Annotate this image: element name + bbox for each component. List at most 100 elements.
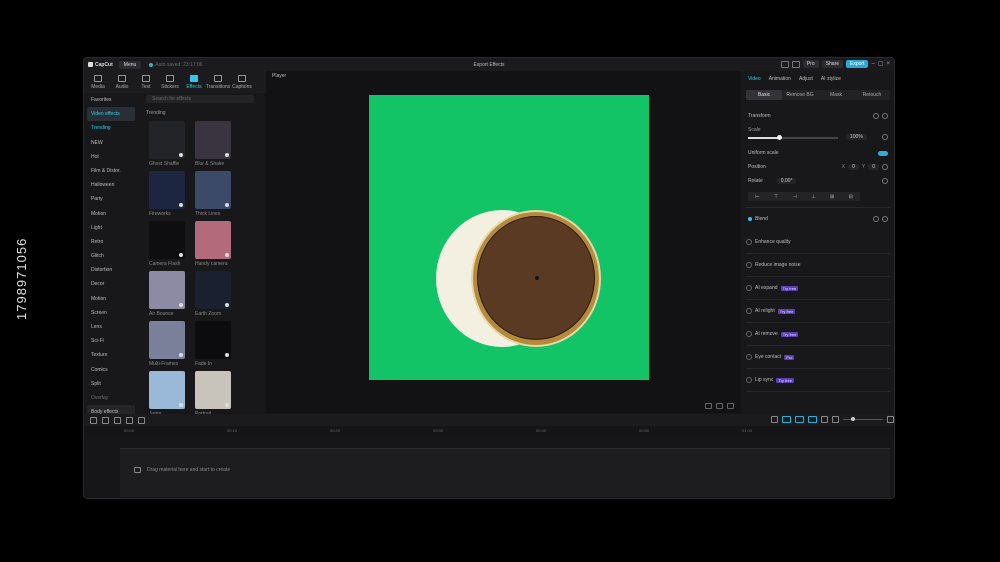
menu-button[interactable]: Menu	[118, 60, 142, 69]
video-preview[interactable]	[369, 95, 649, 380]
feature-checkbox[interactable]	[746, 239, 752, 245]
category-item[interactable]: Video effects	[87, 107, 135, 122]
position-y-input[interactable]: 0	[868, 164, 879, 170]
feature-row[interactable]: Lip sync Try free	[746, 377, 888, 383]
effect-thumbnail[interactable]	[149, 271, 185, 309]
effect-thumbnail[interactable]	[149, 171, 185, 209]
subtab-remove-bg[interactable]: Remove BG	[782, 90, 818, 100]
download-icon[interactable]	[225, 253, 229, 257]
fullscreen-icon[interactable]	[727, 403, 734, 409]
tab-animation[interactable]: Animation	[769, 76, 791, 82]
feature-checkbox[interactable]	[746, 354, 752, 360]
zoom-out-icon[interactable]	[832, 416, 839, 423]
feature-checkbox[interactable]	[746, 331, 752, 337]
timeline-track[interactable]: Drag material here and start to create	[120, 448, 890, 497]
effect-thumbnail[interactable]	[195, 171, 231, 209]
download-icon[interactable]	[179, 303, 183, 307]
tab-ai-stylize[interactable]: AI stylize	[821, 76, 841, 82]
download-icon[interactable]	[225, 353, 229, 357]
category-item[interactable]: Favorites	[84, 93, 139, 107]
effect-thumbnail[interactable]	[149, 371, 185, 409]
redo-icon[interactable]	[114, 416, 121, 424]
align-top-icon[interactable]: ⊥	[811, 194, 815, 200]
zoom-handle[interactable]	[851, 417, 855, 421]
category-item[interactable]: NEW	[84, 136, 139, 150]
link-icon[interactable]	[782, 416, 791, 423]
tool-effects[interactable]: Effects	[183, 75, 205, 93]
select-icon[interactable]	[90, 416, 97, 424]
ratio-icon[interactable]	[716, 403, 723, 409]
blend-checkbox[interactable]	[748, 217, 752, 221]
download-icon[interactable]	[179, 353, 183, 357]
feature-row[interactable]: AI expand Try free	[746, 285, 888, 291]
delete-icon[interactable]	[138, 416, 145, 424]
reset-icon[interactable]	[873, 113, 879, 119]
category-item[interactable]: Distortion	[84, 263, 139, 277]
download-icon[interactable]	[225, 303, 229, 307]
download-icon[interactable]	[225, 153, 229, 157]
category-item[interactable]: Trending	[84, 121, 139, 135]
category-item[interactable]: Motion	[84, 207, 139, 221]
download-icon[interactable]	[225, 403, 229, 407]
category-item[interactable]: Overlay	[84, 391, 139, 405]
mic-icon[interactable]	[771, 416, 778, 423]
keyframe-icon[interactable]	[882, 178, 888, 184]
effect-thumbnail[interactable]	[149, 221, 185, 259]
category-item[interactable]: Motion	[84, 292, 139, 306]
category-item[interactable]: Light	[84, 221, 139, 235]
category-item[interactable]: Retro	[84, 235, 139, 249]
close-icon[interactable]: ×	[886, 61, 890, 67]
tool-stickers[interactable]: Stickers	[159, 75, 181, 93]
download-icon[interactable]	[179, 253, 183, 257]
download-icon[interactable]	[179, 403, 183, 407]
tool-transitions[interactable]: Transitions	[206, 75, 230, 93]
monitor-icon[interactable]	[780, 60, 789, 68]
align-middle-icon[interactable]: ⊞	[830, 194, 834, 200]
align-bottom-icon[interactable]: ⊟	[849, 194, 853, 200]
tool-audio[interactable]: Audio	[111, 75, 133, 93]
effect-thumbnail[interactable]	[195, 121, 231, 159]
align-center-h-icon[interactable]: ⊤	[774, 194, 778, 200]
category-item[interactable]: Split	[84, 377, 139, 391]
effect-thumbnail[interactable]	[195, 221, 231, 259]
uniform-scale-toggle[interactable]	[878, 150, 888, 156]
keyframe-icon[interactable]	[882, 134, 888, 140]
subtab-mask[interactable]: Mask	[818, 90, 854, 100]
crop-icon[interactable]	[705, 403, 712, 409]
tab-video[interactable]: Video	[748, 76, 761, 82]
tool-captions[interactable]: Captions	[231, 75, 253, 93]
minimize-icon[interactable]: –	[871, 61, 874, 67]
category-item[interactable]: Texture	[84, 348, 139, 362]
zoom-slider[interactable]	[843, 417, 883, 421]
keyframe-icon[interactable]	[882, 216, 888, 222]
download-icon[interactable]	[179, 203, 183, 207]
reset-icon[interactable]	[873, 216, 879, 222]
tab-adjust[interactable]: Adjust	[799, 76, 813, 82]
split-icon[interactable]	[126, 416, 133, 424]
zoom-in-icon[interactable]	[887, 416, 894, 423]
effect-thumbnail[interactable]	[195, 321, 231, 359]
category-item[interactable]: Sci-Fi	[84, 334, 139, 348]
feature-row[interactable]: Eye contact Pro	[746, 354, 888, 360]
feature-checkbox[interactable]	[746, 285, 752, 291]
position-x-input[interactable]: 0	[848, 164, 859, 170]
category-item[interactable]: Halloween	[84, 178, 139, 192]
effect-thumbnail[interactable]	[149, 121, 185, 159]
download-icon[interactable]	[179, 153, 183, 157]
category-item[interactable]: Glitch	[84, 249, 139, 263]
scale-slider-handle[interactable]	[776, 135, 782, 140]
effect-thumbnail[interactable]	[149, 321, 185, 359]
tool-text[interactable]: Text	[135, 75, 157, 93]
search-input[interactable]: Search for effects	[146, 95, 254, 103]
align-left-icon[interactable]: ⊢	[755, 194, 759, 200]
feature-row[interactable]: Reduce image noise	[746, 262, 888, 268]
feature-checkbox[interactable]	[746, 377, 752, 383]
export-button[interactable]: Export	[846, 60, 869, 68]
category-item[interactable]: Hot	[84, 150, 139, 164]
feature-row[interactable]: AI relight Try free	[746, 308, 888, 314]
tool-media[interactable]: Media	[87, 75, 109, 93]
keyframe-icon[interactable]	[882, 113, 888, 119]
subtab-basic[interactable]: Basic	[746, 90, 782, 100]
effect-thumbnail[interactable]	[195, 271, 231, 309]
rotate-input[interactable]: 0.00°	[776, 178, 797, 184]
